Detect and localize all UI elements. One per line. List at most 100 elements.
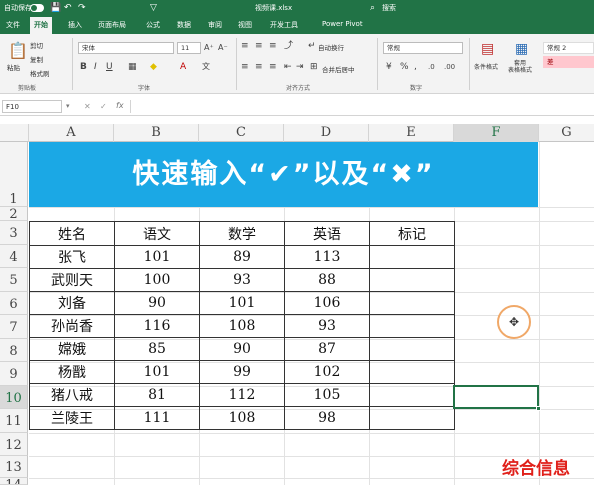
- cell-mark[interactable]: [369, 383, 455, 407]
- indent-icon[interactable]: ⇤: [284, 62, 292, 72]
- cut-button[interactable]: 剪切: [30, 40, 43, 50]
- cell-score[interactable]: 87: [284, 337, 370, 361]
- cell-mark[interactable]: [369, 268, 455, 292]
- column-header[interactable]: C: [199, 124, 284, 142]
- cell-name[interactable]: 猪八戒: [29, 383, 115, 407]
- cell-score[interactable]: 100: [114, 268, 200, 292]
- cell-score[interactable]: 112: [199, 383, 285, 407]
- header-cell-name[interactable]: 姓名: [29, 221, 115, 246]
- cell-score[interactable]: 116: [114, 314, 200, 338]
- cell-score[interactable]: 99: [199, 360, 285, 384]
- table-format-button[interactable]: 套用 表格格式: [508, 60, 532, 74]
- paste-icon[interactable]: 📋: [8, 42, 28, 60]
- header-cell-mark[interactable]: 标记: [369, 221, 455, 246]
- column-header[interactable]: G: [539, 124, 594, 142]
- phonetic-icon[interactable]: 文: [202, 62, 210, 72]
- cell-score[interactable]: 93: [199, 268, 285, 292]
- cell-score[interactable]: 81: [114, 383, 200, 407]
- cell-name[interactable]: 武则天: [29, 268, 115, 292]
- number-format-select[interactable]: 常规: [383, 42, 463, 54]
- column-header[interactable]: A: [29, 124, 114, 142]
- cell-score[interactable]: 90: [199, 337, 285, 361]
- cell-score[interactable]: 101: [199, 291, 285, 315]
- cell-mark[interactable]: [369, 337, 455, 361]
- cell-name[interactable]: 兰陵王: [29, 406, 115, 430]
- wrap-text-icon[interactable]: ↵: [308, 41, 316, 51]
- selected-cell[interactable]: [453, 385, 539, 409]
- tab-formulas[interactable]: 公式: [146, 20, 160, 30]
- search-icon[interactable]: ⌕: [370, 2, 375, 14]
- filter-icon[interactable]: ▽: [150, 2, 157, 14]
- banner-title[interactable]: 快速输入“✔”以及“✖”: [29, 142, 538, 207]
- name-box[interactable]: F10: [2, 100, 62, 113]
- tab-file[interactable]: 文件: [6, 20, 20, 30]
- row-header[interactable]: 13: [0, 456, 28, 478]
- name-box-dropdown-icon[interactable]: ▾: [66, 101, 70, 111]
- italic-icon[interactable]: I: [94, 62, 97, 72]
- row-header[interactable]: 2: [0, 207, 28, 222]
- header-cell-chinese[interactable]: 语文: [114, 221, 200, 246]
- cell-score[interactable]: 108: [199, 406, 285, 430]
- font-size-select[interactable]: 11: [177, 42, 201, 54]
- cell-score[interactable]: 93: [284, 314, 370, 338]
- cell-score[interactable]: 105: [284, 383, 370, 407]
- row-header[interactable]: 7: [0, 315, 28, 339]
- row-header[interactable]: 11: [0, 409, 28, 433]
- align-bottom-icon[interactable]: ≡: [269, 41, 277, 51]
- format-painter-button[interactable]: 格式刷: [30, 68, 50, 78]
- border-icon[interactable]: ▦: [128, 62, 137, 72]
- row-header[interactable]: 6: [0, 292, 28, 315]
- cell-name[interactable]: 嫦娥: [29, 337, 115, 361]
- currency-icon[interactable]: ¥: [386, 62, 392, 72]
- conditional-format-icon[interactable]: ▤: [481, 42, 494, 56]
- save-icon[interactable]: 💾: [50, 2, 61, 14]
- cell-mark[interactable]: [369, 360, 455, 384]
- cell-score[interactable]: 106: [284, 291, 370, 315]
- undo-icon[interactable]: ↶: [64, 2, 72, 14]
- row-header[interactable]: 9: [0, 362, 28, 386]
- tab-review[interactable]: 审阅: [208, 20, 222, 30]
- cell-mark[interactable]: [369, 406, 455, 430]
- percent-icon[interactable]: %: [400, 62, 409, 72]
- copy-button[interactable]: 复制: [30, 54, 43, 64]
- enter-icon[interactable]: ✓: [100, 102, 107, 112]
- row-header[interactable]: 12: [0, 433, 28, 456]
- outdent-icon[interactable]: ⇥: [296, 62, 304, 72]
- row-header[interactable]: 4: [0, 245, 28, 268]
- cancel-icon[interactable]: ✕: [84, 102, 91, 112]
- style-bad[interactable]: 差: [543, 56, 594, 68]
- cell-score[interactable]: 85: [114, 337, 200, 361]
- cell-name[interactable]: 张飞: [29, 245, 115, 269]
- column-header[interactable]: E: [369, 124, 454, 142]
- row-header[interactable]: 3: [0, 221, 28, 245]
- select-all-corner[interactable]: [0, 124, 29, 142]
- increase-decimal-icon[interactable]: .0: [428, 62, 435, 72]
- font-name-select[interactable]: 宋体: [78, 42, 174, 54]
- merge-icon[interactable]: ⊞: [310, 62, 318, 72]
- tab-insert[interactable]: 插入: [68, 20, 82, 30]
- tab-data[interactable]: 数据: [177, 20, 191, 30]
- decrease-decimal-icon[interactable]: .00: [444, 62, 455, 72]
- tab-view[interactable]: 视图: [238, 20, 252, 30]
- search-box[interactable]: 搜索: [382, 3, 396, 13]
- paste-button[interactable]: 粘贴: [7, 62, 20, 72]
- fill-color-icon[interactable]: ◆: [150, 62, 157, 72]
- column-header[interactable]: B: [114, 124, 199, 142]
- cell-score[interactable]: 113: [284, 245, 370, 269]
- tab-home[interactable]: 开始: [30, 17, 52, 34]
- align-middle-icon[interactable]: ≡: [255, 41, 263, 51]
- cell-score[interactable]: 111: [114, 406, 200, 430]
- orientation-icon[interactable]: ⤴: [284, 41, 293, 51]
- redo-icon[interactable]: ↷: [78, 2, 86, 14]
- align-left-icon[interactable]: ≡: [241, 62, 249, 72]
- cell-score[interactable]: 101: [114, 360, 200, 384]
- cell-mark[interactable]: [369, 291, 455, 315]
- table-format-icon[interactable]: ▦: [515, 42, 528, 56]
- wrap-text-button[interactable]: 自动换行: [318, 42, 344, 52]
- cell-score[interactable]: 108: [199, 314, 285, 338]
- merge-center-button[interactable]: 合并后居中: [322, 64, 355, 74]
- cell-score[interactable]: 98: [284, 406, 370, 430]
- tab-page-layout[interactable]: 页面布局: [98, 20, 126, 30]
- tab-developer[interactable]: 开发工具: [270, 20, 298, 30]
- tab-power-pivot[interactable]: Power Pivot: [322, 20, 363, 28]
